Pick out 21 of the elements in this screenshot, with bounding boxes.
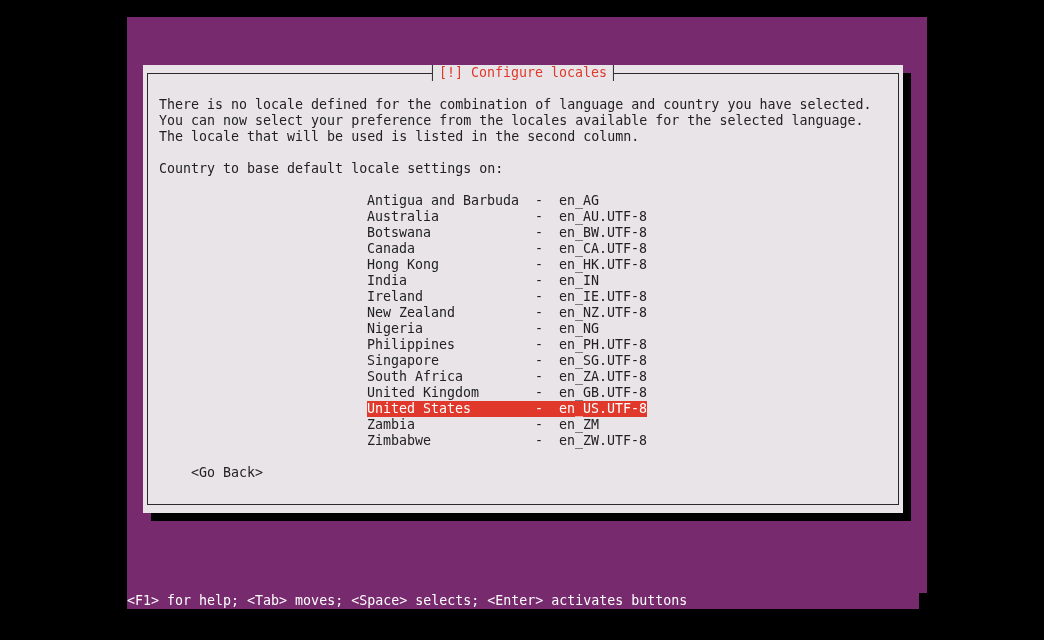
locale-option[interactable]: Singapore - en_SG.UTF-8 <box>367 353 647 369</box>
locale-option[interactable]: Hong Kong - en_HK.UTF-8 <box>367 257 647 273</box>
locale-option[interactable]: United States - en_US.UTF-8 <box>367 401 647 417</box>
go-back-button[interactable]: <Go Back> <box>191 465 264 481</box>
status-bar: <F1> for help; <Tab> moves; <Space> selects; <Enter> activates buttons <box>127 593 919 609</box>
locale-option[interactable]: Zimbabwe - en_ZW.UTF-8 <box>367 433 647 449</box>
locale-option[interactable]: Zambia - en_ZM <box>367 417 647 433</box>
list-prompt: Country to base default locale settings on: <box>159 161 505 177</box>
locale-option[interactable]: Philippines - en_PH.UTF-8 <box>367 337 647 353</box>
locale-option[interactable]: Botswana - en_BW.UTF-8 <box>367 225 647 241</box>
dialog-message: There is no locale defined for the combination of language and country you have selected. You can now select your preference from the locales available for the selected language. The locale that will be used is listed in the second column. <box>159 97 873 145</box>
locale-option[interactable]: Nigeria - en_NG <box>367 321 647 337</box>
locale-option[interactable]: South Africa - en_ZA.UTF-8 <box>367 369 647 385</box>
locale-option[interactable]: Australia - en_AU.UTF-8 <box>367 209 647 225</box>
locale-option[interactable]: United Kingdom - en_GB.UTF-8 <box>367 385 647 401</box>
dialog-title: [!] Configure locales <box>431 65 615 81</box>
locale-option[interactable]: New Zealand - en_NZ.UTF-8 <box>367 305 647 321</box>
locale-option[interactable]: Antigua and Barbuda - en_AG <box>367 193 647 209</box>
locale-option[interactable]: Ireland - en_IE.UTF-8 <box>367 289 647 305</box>
locale-option[interactable]: Canada - en_CA.UTF-8 <box>367 241 647 257</box>
locale-option[interactable]: India - en_IN <box>367 273 647 289</box>
